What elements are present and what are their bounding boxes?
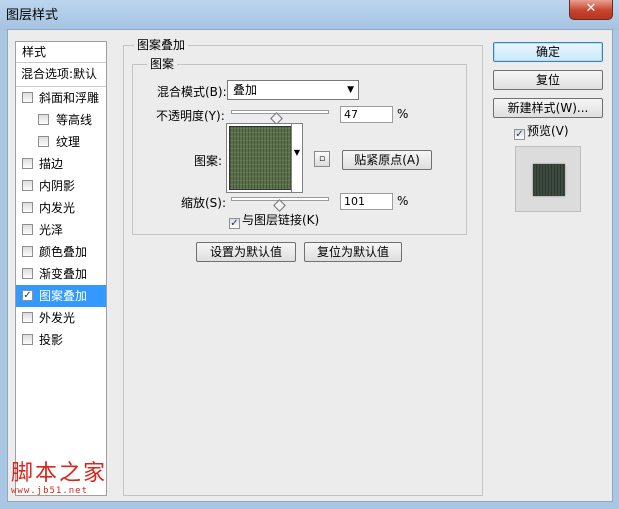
checkbox-icon[interactable]	[22, 246, 33, 257]
style-item[interactable]: 渐变叠加	[16, 263, 106, 285]
style-items: 斜面和浮雕等高线纹理描边内阴影内发光光泽颜色叠加渐变叠加 ✓ 图案叠加外发光投影	[16, 87, 106, 351]
style-item-label: 斜面和浮雕	[39, 91, 100, 105]
window-bottom-border	[0, 502, 619, 509]
checkbox-icon[interactable]	[22, 334, 33, 345]
style-item-label: 外发光	[39, 311, 76, 325]
checkbox-icon[interactable]: ✓	[229, 218, 240, 229]
style-item-label: 等高线	[56, 113, 93, 127]
reset-button[interactable]: 复位	[493, 70, 603, 90]
watermark: 脚本之家 www.jb51.net	[11, 461, 108, 497]
chevron-down-icon: ▼	[293, 148, 301, 157]
checkbox-icon[interactable]	[22, 92, 33, 103]
style-preview	[515, 146, 581, 212]
style-item-label: 描边	[39, 157, 64, 171]
opacity-input[interactable]: 47	[340, 106, 393, 123]
blend-options-item[interactable]: 混合选项:默认	[16, 63, 106, 87]
pattern-subgroup-title: 图案	[147, 57, 178, 71]
pattern-overlay-title: 图案叠加	[134, 38, 189, 52]
close-button[interactable]: ✕	[569, 0, 613, 20]
style-item[interactable]: 斜面和浮雕	[16, 87, 106, 109]
watermark-url: www.jb51.net	[11, 486, 89, 496]
style-item[interactable]: 等高线	[16, 109, 106, 131]
new-preset-icon[interactable]: ▫	[314, 151, 330, 167]
pattern-label: 图案:	[194, 154, 223, 168]
blend-mode-select[interactable]: 叠加 ▼	[227, 80, 359, 100]
style-item-label: 纹理	[56, 135, 81, 149]
scale-input[interactable]: 101	[340, 193, 393, 210]
style-item-label: 渐变叠加	[39, 267, 88, 281]
style-item-label: 内发光	[39, 201, 76, 215]
style-item-label: 颜色叠加	[39, 245, 88, 259]
preview-checkbox[interactable]: ✓ 预览(V)	[514, 125, 569, 140]
blend-mode-label: 混合模式(B):	[157, 85, 227, 99]
style-item[interactable]: 投影	[16, 329, 106, 351]
reset-default-button[interactable]: 复位为默认值	[304, 242, 402, 262]
preview-swatch	[533, 164, 565, 196]
title-bar: 图层样式 ✕	[0, 0, 619, 30]
checkbox-icon[interactable]	[22, 180, 33, 191]
checkbox-icon[interactable]	[22, 312, 33, 323]
checkbox-icon[interactable]	[22, 158, 33, 169]
scale-percent: %	[397, 194, 409, 208]
dialog-body: 样式 混合选项:默认 斜面和浮雕等高线纹理描边内阴影内发光光泽颜色叠加渐变叠加 ✓…	[7, 29, 613, 502]
link-with-layer-checkbox[interactable]: ✓ 与图层链接(K)	[229, 214, 319, 229]
snap-to-origin-button[interactable]: 贴紧原点(A)	[342, 150, 432, 170]
styles-list: 样式 混合选项:默认 斜面和浮雕等高线纹理描边内阴影内发光光泽颜色叠加渐变叠加 ✓…	[15, 41, 107, 496]
blend-mode-value: 叠加	[233, 83, 258, 97]
style-item[interactable]: 颜色叠加	[16, 241, 106, 263]
style-item-label: 内阴影	[39, 179, 76, 193]
style-item-label: 图案叠加	[39, 289, 88, 303]
style-item[interactable]: 外发光	[16, 307, 106, 329]
watermark-text: 脚本之家	[11, 461, 108, 486]
style-item[interactable]: ✓ 图案叠加	[16, 285, 106, 307]
style-item-label: 光泽	[39, 223, 64, 237]
pattern-dropdown-arrow[interactable]: ▼	[291, 123, 303, 193]
style-item[interactable]: 纹理	[16, 131, 106, 153]
link-with-layer-label: 与图层链接(K)	[242, 213, 320, 227]
style-item-label: 投影	[39, 333, 64, 347]
pattern-swatch[interactable]	[229, 126, 293, 190]
preview-label: 预览(V)	[527, 124, 569, 138]
opacity-percent: %	[397, 107, 409, 121]
set-default-button[interactable]: 设置为默认值	[196, 242, 296, 262]
checkbox-icon[interactable]: ✓	[514, 129, 525, 140]
checkbox-icon[interactable]	[38, 136, 49, 147]
checkbox-icon[interactable]	[22, 268, 33, 279]
window-title: 图层样式	[6, 8, 59, 23]
checkbox-icon[interactable]	[38, 114, 49, 125]
new-style-button[interactable]: 新建样式(W)...	[493, 98, 603, 118]
chevron-down-icon: ▼	[347, 85, 354, 95]
scale-label: 缩放(S):	[181, 196, 227, 210]
style-item[interactable]: 描边	[16, 153, 106, 175]
style-item[interactable]: 内阴影	[16, 175, 106, 197]
styles-header[interactable]: 样式	[16, 42, 106, 63]
opacity-slider-track[interactable]	[231, 110, 329, 114]
style-item[interactable]: 内发光	[16, 197, 106, 219]
style-item[interactable]: 光泽	[16, 219, 106, 241]
checkbox-icon[interactable]: ✓	[22, 290, 33, 301]
checkbox-icon[interactable]	[22, 202, 33, 213]
checkbox-icon[interactable]	[22, 224, 33, 235]
opacity-label: 不透明度(Y):	[156, 109, 225, 123]
ok-button[interactable]: 确定	[493, 42, 603, 62]
